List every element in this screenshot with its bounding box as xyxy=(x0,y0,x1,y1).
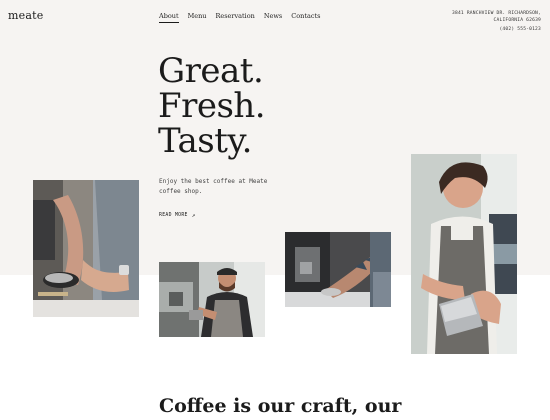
arrow-up-right-icon: ↗ xyxy=(191,212,196,219)
main-nav: About Menu Reservation News Contacts xyxy=(159,12,320,23)
nav-item-about[interactable]: About xyxy=(159,12,179,23)
headline-line-1: Great. xyxy=(158,51,264,91)
section-title: Coffee is our craft, our xyxy=(159,395,402,417)
hero-subtitle: Enjoy the best coffee at Meate coffee sh… xyxy=(159,178,268,195)
photo-barista-tamping xyxy=(33,180,139,317)
headline-line-3: Tasty. xyxy=(158,121,252,161)
nav-item-reservation[interactable]: Reservation xyxy=(215,12,254,23)
read-more-label: READ MORE xyxy=(159,213,188,218)
read-more-link[interactable]: READ MORE ↗ xyxy=(159,212,196,219)
logo[interactable]: meate xyxy=(8,9,43,22)
photo-barista-cap xyxy=(159,262,265,337)
address-line-2: CALIFORNIA 62639 xyxy=(493,17,541,23)
nav-item-menu[interactable]: Menu xyxy=(188,12,207,23)
hero-headline: Great. Fresh. Tasty. xyxy=(158,51,266,161)
contact-address: 3841 RANCHVIEW DR. RICHARDSON, CALIFORNI… xyxy=(431,11,541,34)
photo-barista-pitcher xyxy=(411,154,517,354)
phone-number[interactable]: (402) 555-0123 xyxy=(431,27,541,34)
photo-tattooed-arm xyxy=(285,232,391,307)
address-line-1: 3841 RANCHVIEW DR. RICHARDSON, xyxy=(452,11,541,16)
nav-item-contacts[interactable]: Contacts xyxy=(291,12,320,23)
nav-item-news[interactable]: News xyxy=(264,12,282,23)
headline-line-2: Fresh. xyxy=(158,86,266,126)
